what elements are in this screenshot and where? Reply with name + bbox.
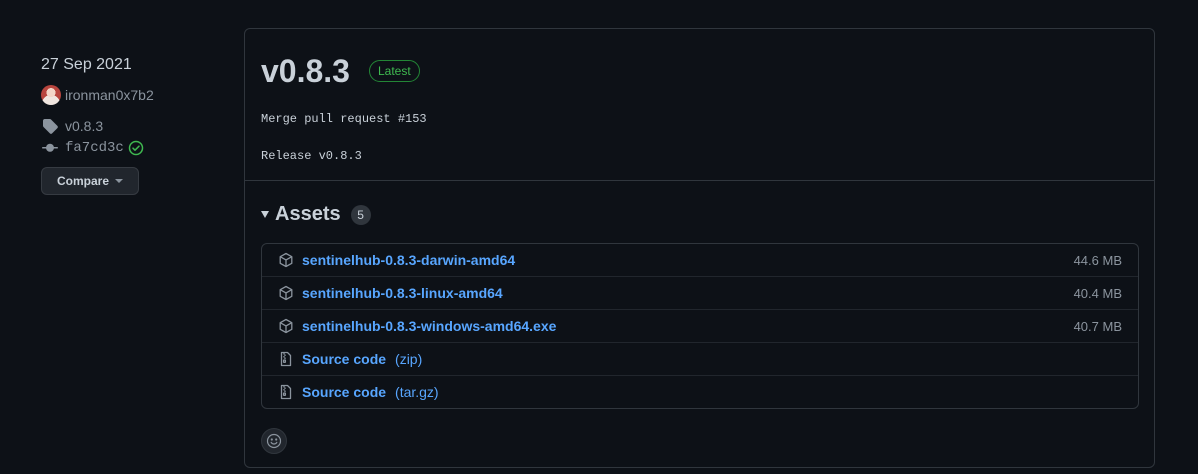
git-commit-icon: [41, 140, 59, 156]
latest-badge: Latest: [368, 60, 420, 82]
author-name[interactable]: ironman0x7b2: [65, 87, 154, 103]
asset-row: Source code (tar.gz): [262, 375, 1138, 408]
release-note-line: Merge pull request #153: [261, 112, 427, 126]
file-zip-icon: [278, 384, 294, 400]
release-date: 27 Sep 2021: [41, 56, 132, 73]
package-icon: [278, 252, 294, 268]
release-page: 27 Sep 2021 ironman0x7b2 v0.8.3 fa7cd3c …: [0, 0, 1198, 474]
chevron-down-icon: [115, 179, 123, 183]
package-icon: [278, 318, 294, 334]
release-title-row: v0.8.3 Latest: [261, 51, 420, 91]
asset-row: sentinelhub-0.8.3-darwin-amd64 44.6 MB: [262, 244, 1138, 276]
release-card: v0.8.3 Latest Merge pull request #153 Re…: [244, 28, 1155, 468]
asset-row: Source code (zip): [262, 342, 1138, 375]
release-note-line: Release v0.8.3: [261, 149, 362, 163]
release-header: v0.8.3 Latest Merge pull request #153 Re…: [245, 29, 1154, 181]
assets-list: sentinelhub-0.8.3-darwin-amd64 44.6 MB s…: [261, 243, 1139, 409]
asset-format[interactable]: (zip): [395, 351, 422, 367]
release-meta: 27 Sep 2021 ironman0x7b2 v0.8.3 fa7cd3c …: [41, 54, 221, 195]
release-notes: Merge pull request #153 Release v0.8.3: [261, 111, 427, 164]
release-author[interactable]: ironman0x7b2: [41, 85, 221, 105]
compare-label: Compare: [56, 174, 109, 188]
file-zip-icon: [278, 351, 294, 367]
triangle-down-icon: [261, 211, 269, 218]
asset-format[interactable]: (tar.gz): [395, 384, 439, 400]
asset-link[interactable]: sentinelhub-0.8.3-windows-amd64.exe: [302, 318, 556, 334]
assets-title[interactable]: Assets: [275, 203, 341, 226]
avatar[interactable]: [41, 85, 61, 105]
add-reaction-button[interactable]: [261, 428, 287, 454]
package-icon: [278, 285, 294, 301]
asset-link[interactable]: Source code: [302, 384, 386, 400]
asset-row: sentinelhub-0.8.3-linux-amd64 40.4 MB: [262, 276, 1138, 309]
asset-link[interactable]: sentinelhub-0.8.3-linux-amd64: [302, 285, 503, 301]
smiley-icon: [266, 433, 282, 449]
assets-toggle[interactable]: Assets 5: [261, 203, 371, 226]
release-title[interactable]: v0.8.3: [261, 51, 350, 91]
asset-size: 40.4 MB: [1073, 285, 1122, 301]
check-circle-icon: [128, 140, 144, 156]
release-tag[interactable]: v0.8.3: [41, 116, 221, 136]
asset-link[interactable]: Source code: [302, 351, 386, 367]
tag-icon: [41, 118, 59, 134]
tag-label[interactable]: v0.8.3: [65, 118, 103, 134]
commit-sha[interactable]: fa7cd3c: [65, 140, 124, 156]
release-commit[interactable]: fa7cd3c: [41, 138, 221, 158]
compare-button[interactable]: Compare: [41, 167, 139, 195]
asset-link[interactable]: sentinelhub-0.8.3-darwin-amd64: [302, 252, 515, 268]
assets-count-badge: 5: [350, 204, 371, 225]
asset-size: 40.7 MB: [1073, 318, 1122, 334]
asset-size: 44.6 MB: [1073, 252, 1122, 268]
asset-row: sentinelhub-0.8.3-windows-amd64.exe 40.7…: [262, 309, 1138, 342]
